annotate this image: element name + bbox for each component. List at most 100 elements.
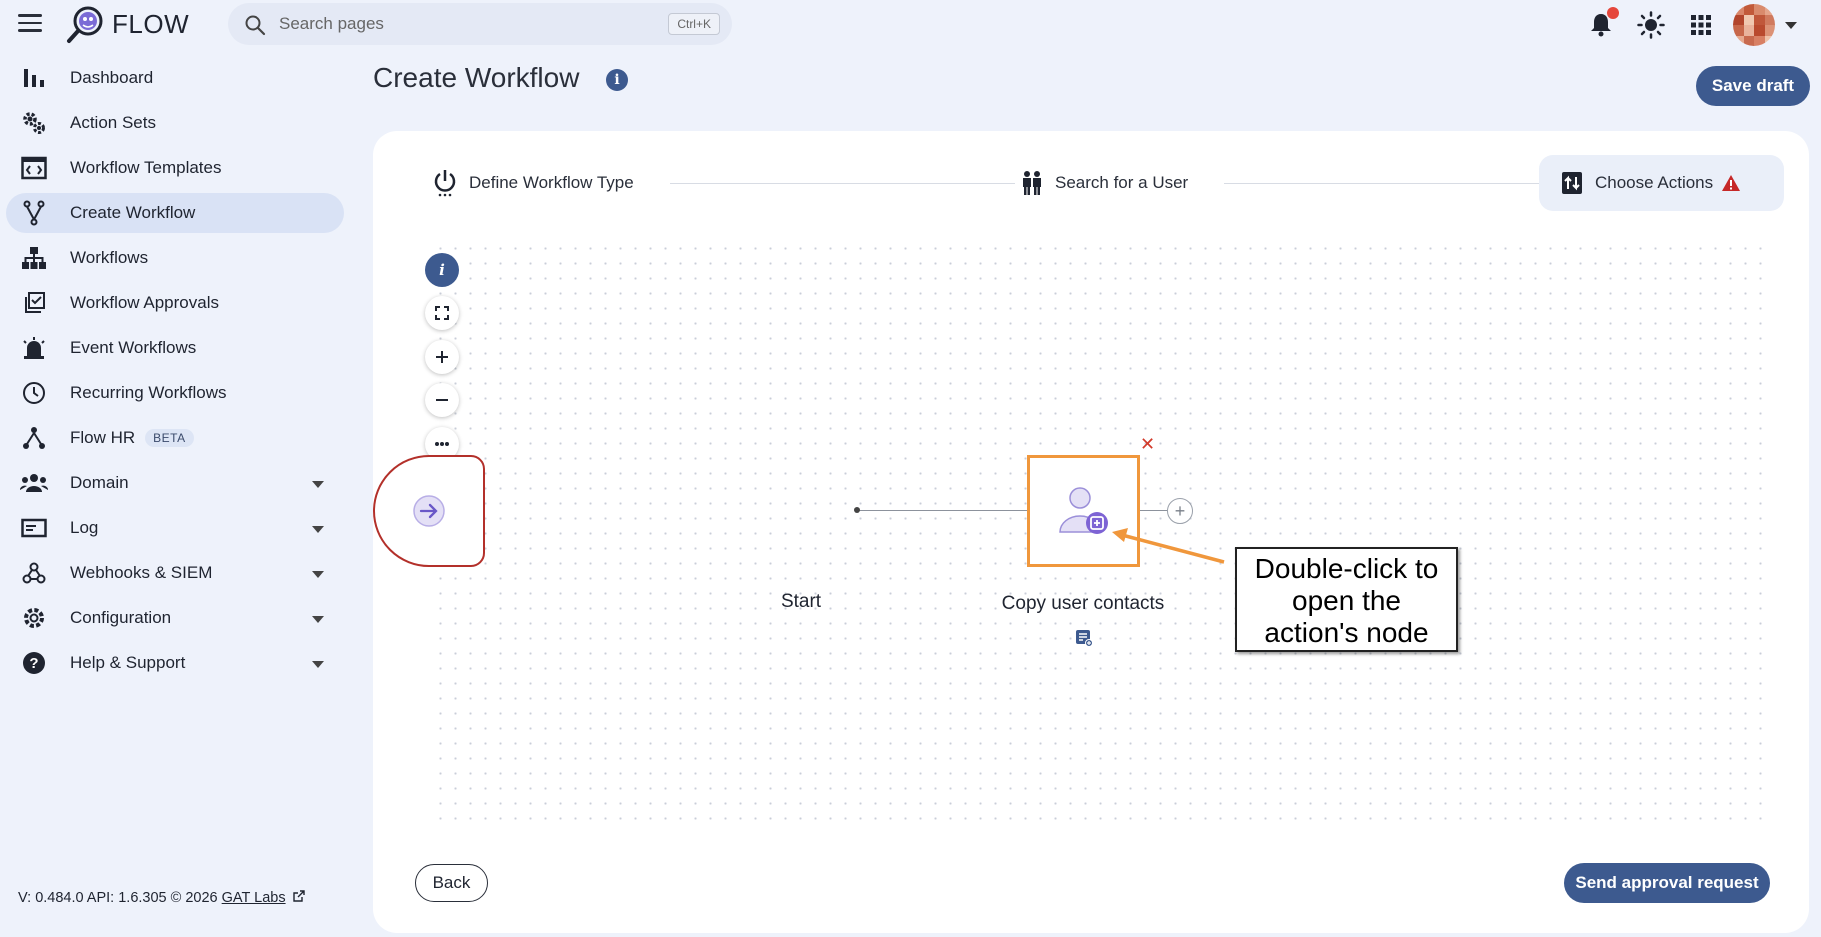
webhook-icon — [18, 559, 50, 587]
step-connector — [670, 183, 1015, 184]
callout-line: action's node — [1264, 617, 1429, 648]
bar-chart-icon — [18, 64, 50, 92]
fork-icon — [18, 199, 50, 227]
gear-icon — [18, 604, 50, 632]
chevron-down-icon[interactable] — [312, 481, 324, 488]
sidebar-item-log[interactable]: Log — [6, 508, 344, 548]
svg-text:?: ? — [29, 655, 38, 672]
sidebar-item-domain[interactable]: Domain — [6, 463, 344, 503]
help-icon: ? — [18, 649, 50, 677]
sidebar-item-label: Workflow Templates — [70, 158, 222, 177]
sidebar-item-label: Domain — [70, 473, 129, 492]
search-icon — [245, 15, 266, 36]
arrow-right-circle-icon — [413, 495, 445, 527]
log-icon — [18, 514, 50, 542]
fullscreen-icon — [435, 306, 449, 320]
start-node-label: Start — [780, 591, 822, 612]
stepper: Define Workflow Type Search for a User C… — [373, 155, 1809, 211]
sidebar-item-workflow-templates[interactable]: Workflow Templates — [6, 148, 344, 188]
zoom-in-button[interactable] — [425, 340, 459, 374]
top-actions — [1571, 4, 1797, 46]
people-tree-icon — [18, 424, 50, 452]
sidebar-item-dashboard[interactable]: Dashboard — [6, 58, 344, 98]
chevron-down-icon[interactable] — [312, 526, 324, 533]
save-draft-button[interactable]: Save draft — [1696, 66, 1810, 106]
clock-icon — [18, 379, 50, 407]
plus-icon — [436, 351, 448, 363]
gears-icon — [18, 109, 50, 137]
swap-icon — [1562, 172, 1582, 194]
edge-handle[interactable] — [854, 507, 860, 513]
sidebar-item-label: Flow HR — [70, 428, 136, 447]
sidebar-item-action-sets[interactable]: Action Sets — [6, 103, 344, 143]
sidebar-item-workflows[interactable]: Workflows — [6, 238, 344, 278]
sun-icon — [1637, 11, 1665, 39]
group-icon — [18, 469, 50, 497]
step-choose-actions[interactable]: Choose Actions — [1539, 155, 1784, 211]
people-icon — [1023, 171, 1041, 195]
beta-badge: BETA — [145, 429, 194, 447]
step-label: Search for a User — [1055, 173, 1189, 192]
sidebar-item-configuration[interactable]: Configuration — [6, 598, 344, 638]
theme-toggle-button[interactable] — [1631, 5, 1671, 45]
menu-icon[interactable] — [18, 14, 42, 34]
approval-icon — [18, 289, 50, 317]
step-label: Define Workflow Type — [469, 173, 634, 192]
notifications-button[interactable] — [1581, 5, 1621, 45]
version-text: V: 0.484.0 API: 1.6.305 © 2026 — [18, 890, 218, 906]
instruction-callout: Double-click to open the action's node — [1235, 547, 1458, 652]
edge-connector — [857, 510, 1027, 511]
page-title: Create Workflow — [373, 62, 580, 93]
siren-icon — [18, 334, 50, 362]
step-label: Choose Actions — [1595, 173, 1714, 192]
action-node-label: Copy user contacts — [1001, 593, 1165, 614]
sidebar-item-webhooks-siem[interactable]: Webhooks & SIEM — [6, 553, 344, 593]
logo-magnifier-icon — [67, 6, 103, 43]
sidebar-item-workflow-approvals[interactable]: Workflow Approvals — [6, 283, 344, 323]
sidebar-item-label: Webhooks & SIEM — [70, 563, 213, 582]
callout-line: Double-click to — [1254, 553, 1439, 584]
sidebar-item-help-support[interactable]: ? Help & Support — [6, 643, 344, 683]
sidebar-item-label: Configuration — [70, 608, 172, 627]
back-button[interactable]: Back — [415, 864, 488, 902]
search-input[interactable] — [279, 14, 639, 34]
start-node[interactable] — [373, 455, 485, 567]
callout-line: open the — [1292, 585, 1401, 616]
warning-icon — [1722, 175, 1741, 191]
minus-icon — [436, 399, 448, 401]
sidebar-item-event-workflows[interactable]: Event Workflows — [6, 328, 344, 368]
zoom-out-button[interactable] — [425, 383, 459, 417]
sidebar-item-label: Event Workflows — [70, 338, 197, 357]
more-horizontal-icon — [435, 442, 449, 446]
delete-node-icon[interactable]: ✕ — [1140, 434, 1155, 455]
canvas-info-button[interactable]: i — [425, 253, 459, 287]
sidebar-item-recurring-workflows[interactable]: Recurring Workflows — [6, 373, 344, 413]
sidebar-item-flow-hr[interactable]: Flow HR BETA — [6, 418, 344, 458]
step-search-user[interactable]: Search for a User — [1021, 155, 1188, 211]
info-icon[interactable]: i — [606, 69, 628, 91]
sidebar-item-label: Action Sets — [70, 113, 156, 132]
sidebar-item-label: Workflow Approvals — [70, 293, 219, 312]
external-link-icon — [292, 890, 305, 902]
app-name: FLOW — [112, 8, 190, 39]
chevron-down-icon[interactable] — [312, 661, 324, 668]
fit-view-button[interactable] — [425, 296, 459, 330]
sidebar-item-create-workflow[interactable]: Create Workflow — [6, 193, 344, 233]
app-logo[interactable]: FLOW — [66, 4, 189, 44]
account-menu-caret[interactable] — [1785, 21, 1797, 29]
sidebar-item-label: Help & Support — [70, 653, 186, 672]
search-bar[interactable]: Ctrl+K — [228, 3, 732, 45]
template-icon — [18, 154, 50, 182]
power-icon — [434, 170, 456, 197]
apps-grid-button[interactable] — [1681, 5, 1721, 45]
search-shortcut: Ctrl+K — [668, 13, 720, 35]
company-link[interactable]: GAT Labs — [222, 890, 286, 906]
hierarchy-icon — [18, 244, 50, 272]
chevron-down-icon[interactable] — [312, 571, 324, 578]
version-info: V: 0.484.0 API: 1.6.305 © 2026 GAT Labs — [18, 890, 305, 906]
note-add-icon[interactable] — [1075, 629, 1093, 647]
send-approval-request-button[interactable]: Send approval request — [1564, 863, 1770, 903]
user-avatar[interactable] — [1733, 4, 1775, 46]
chevron-down-icon[interactable] — [312, 616, 324, 623]
step-define-workflow-type[interactable]: Define Workflow Type — [433, 155, 634, 211]
